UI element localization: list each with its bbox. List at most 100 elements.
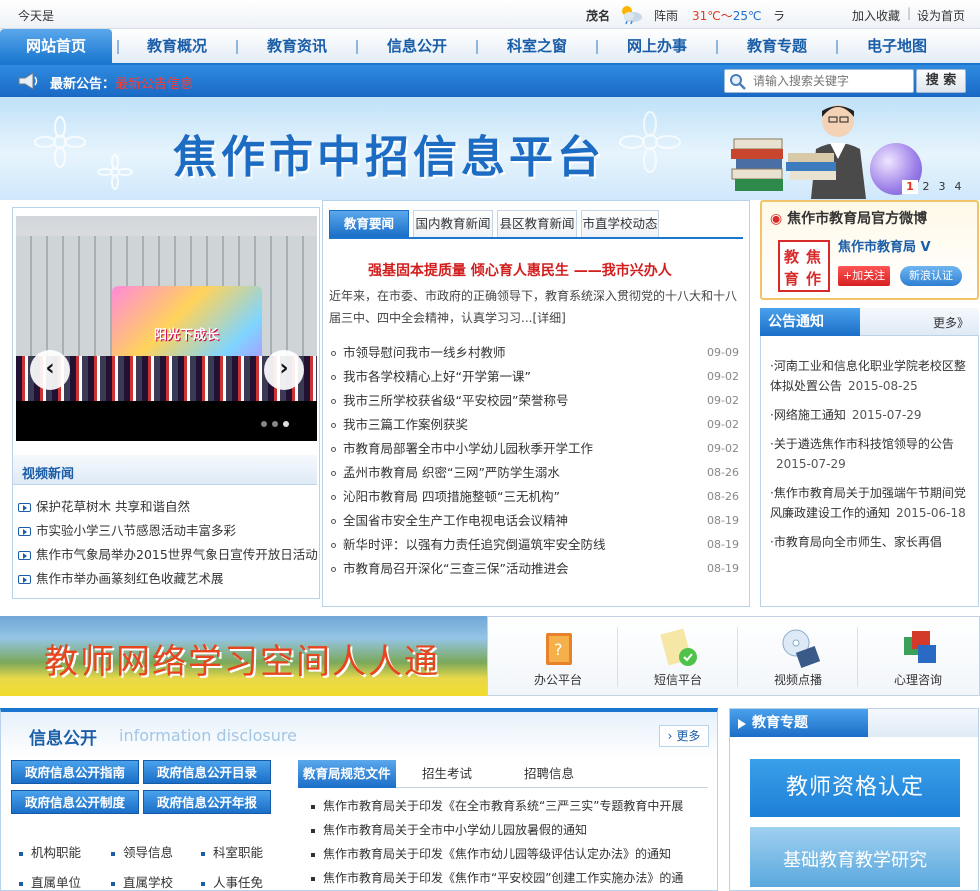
tab-school-news[interactable]: 市直学校动态 [581, 210, 659, 238]
top-bar: 今天是 茂名 阵雨 31℃～25℃ ラ 加入收藏 | 设为首页 [0, 0, 980, 29]
nav-info-disclosure[interactable]: 信息公开 [362, 29, 472, 63]
tab-edu-headlines[interactable]: 教育要闻 [329, 210, 409, 238]
banner-page-2[interactable]: 2 [918, 180, 934, 194]
gov-info-guide-button[interactable]: 政府信息公开指南 [11, 760, 139, 784]
news-item[interactable]: 我市三所学校获省级“平安校园”荣誉称号 09-02 [329, 389, 741, 413]
gov-info-catalog-button[interactable]: 政府信息公开目录 [143, 760, 271, 784]
link-dept-function[interactable]: 科室职能 [201, 842, 263, 861]
search-button[interactable]: 搜 索 [916, 69, 966, 93]
tab-county-news[interactable]: 县区教育新闻 [497, 210, 577, 238]
banner-page-1[interactable]: 1 [902, 180, 918, 194]
banner-page-4[interactable]: 4 [950, 180, 966, 194]
topics-title: 教育专题 [730, 709, 868, 737]
notices-list: ·河南工业和信息化职业学院老校区整体拟处置公告 2015-08-25 ·网络施工通知… [770, 356, 970, 561]
news-item[interactable]: 市教育局部署全市中小学幼儿园秋季开学工作 09-02 [329, 437, 741, 461]
link-personnel[interactable]: 人事任免 [201, 872, 263, 891]
video-icon [18, 503, 31, 512]
nav-edu-news[interactable]: 教育资讯 [242, 29, 352, 63]
nav-home[interactable]: 网站首页 [0, 29, 112, 63]
prev-slide-button[interactable]: ‹ [30, 350, 70, 390]
gov-info-rules-button[interactable]: 政府信息公开制度 [11, 790, 139, 814]
news-list: 市领导慰问我市一线乡村教师 09-09 我市各学校精心上好“开学第一课” 09-02 我… [329, 341, 741, 581]
news-item[interactable]: 市领导慰问我市一线乡村教师 09-09 [329, 341, 741, 365]
link-leaders[interactable]: 领导信息 [111, 842, 173, 861]
tab-domestic-news[interactable]: 国内教育新闻 [413, 210, 493, 238]
tab-underline [329, 237, 743, 239]
photo-slideshow[interactable]: 阳光下成长 ‹ › [16, 216, 317, 441]
notices-more-link[interactable]: 更多》 [933, 314, 969, 331]
banner-page-3[interactable]: 3 [934, 180, 950, 194]
next-slide-button[interactable]: › [264, 350, 304, 390]
link-affiliated-schools[interactable]: 直属学校 [111, 872, 173, 891]
tab-recruitment[interactable]: 招聘信息 [524, 760, 574, 788]
bullet-icon [331, 471, 336, 476]
news-item[interactable]: 全国省市安全生产工作电视电话会议精神 08-19 [329, 509, 741, 533]
news-item[interactable]: 我市三篇工作案例获奖 09-02 [329, 413, 741, 437]
document-item[interactable]: 焦作市教育局关于印发《焦作市幼儿园等级评估认定办法》的通知 [311, 842, 683, 866]
nav-edu-topics[interactable]: 教育专题 [722, 29, 832, 63]
speaker-icon [18, 72, 38, 90]
info-more-button[interactable]: › 更多 [659, 725, 709, 747]
tab-admissions[interactable]: 招生考试 [422, 760, 472, 788]
video-news-item[interactable]: 保护花草树木 共享和谐自然 [18, 495, 318, 519]
service-label: 办公平台 [533, 673, 582, 687]
slide-dot[interactable] [272, 421, 278, 427]
news-item[interactable]: 新华时评：以强有力责任追究倒逼筑牢安全防线 08-19 [329, 533, 741, 557]
notice-item[interactable]: ·关于遴选焦作市科技馆领导的公告 2015-07-29 [770, 434, 970, 474]
service-video[interactable]: 视频点播 [738, 617, 858, 697]
video-news-item[interactable]: 焦作市举办画篆刻红色收藏艺术展 [18, 567, 318, 591]
service-label: 视频点播 [773, 673, 822, 687]
news-item[interactable]: 沁阳市教育局 四项措施整顿“三无机构” 08-26 [329, 485, 741, 509]
search-input[interactable] [753, 72, 911, 90]
notice-item[interactable]: ·网络施工通知 2015-07-29 [770, 405, 970, 425]
basic-edu-research-banner[interactable]: 基础教育教学研究 [750, 827, 960, 887]
nav-departments[interactable]: 科室之窗 [482, 29, 592, 63]
notice-item[interactable]: ·河南工业和信息化职业学院老校区整体拟处置公告 2015-08-25 [770, 356, 970, 396]
link-label: 直属学校 [123, 875, 174, 890]
headline[interactable]: 强基固本提质量 倾心育人惠民生 ——我市兴办人 [368, 260, 672, 280]
link-affiliated-units[interactable]: 直属单位 [19, 872, 81, 891]
slide-dot[interactable] [283, 421, 289, 427]
banner-pager: 1234 [902, 179, 966, 194]
link-label: 机构职能 [31, 845, 82, 860]
nav-online-service[interactable]: 网上办事 [602, 29, 712, 63]
teacher-cert-banner[interactable]: 教师资格认定 [750, 759, 960, 817]
notice-date: 2015-06-18 [896, 506, 966, 520]
logo-char: 育 [784, 270, 800, 288]
follow-button[interactable]: +加关注 [838, 266, 890, 286]
bullet-icon [111, 881, 115, 886]
slide-dot[interactable] [261, 421, 267, 427]
notice-item[interactable]: ·焦作市教育局关于加强端午节期间党风廉政建设工作的通知 2015-06-18 [770, 483, 970, 523]
bullet-icon [311, 804, 315, 809]
weather-more[interactable]: ラ [773, 7, 785, 24]
notice-value[interactable]: 最新公告信息 [115, 73, 193, 92]
service-shortcuts: ? 办公平台 短信平台 视频点播 心理咨询 [487, 616, 980, 696]
news-item[interactable]: 我市各学校精心上好“开学第一课” 09-02 [329, 365, 741, 389]
nav-map[interactable]: 电子地图 [842, 29, 952, 63]
notice-date: 2015-07-29 [851, 408, 922, 422]
gov-info-annual-button[interactable]: 政府信息公开年报 [143, 790, 271, 814]
link-org-function[interactable]: 机构职能 [19, 842, 81, 861]
document-item[interactable]: 焦作市教育局关于印发《焦作市“平安校园”创建工作实施办法》的通 [311, 866, 683, 890]
tab-bureau-docs[interactable]: 教育局规范文件 [298, 760, 396, 788]
weibo-account[interactable]: 焦作市教育局 V [838, 236, 931, 255]
video-news-item[interactable]: 焦作市气象局举办2015世界气象日宣传开放日活动 [18, 543, 318, 567]
document-item[interactable]: 焦作市教育局关于全市中小学幼儿园放暑假的通知 [311, 818, 683, 842]
service-psychology[interactable]: 心理咨询 [858, 617, 978, 697]
set-homepage-link[interactable]: 设为首页 [917, 7, 965, 24]
notice-date: 2015-08-25 [848, 379, 918, 393]
news-item[interactable]: 市教育局召开深化“三查三保”活动推进会 08-19 [329, 557, 741, 581]
teacher-space-banner[interactable]: 教师网络学习空间人人通 [0, 616, 487, 696]
document-item[interactable]: 焦作市教育局关于印发《在全市教育系统“三严三实”专题教育中开展 [311, 794, 683, 818]
nav-edu-overview[interactable]: 教育概况 [122, 29, 232, 63]
video-news-item[interactable]: 市实验小学三八节感恩活动丰富多彩 [18, 519, 318, 543]
service-office[interactable]: ? 办公平台 [498, 617, 618, 697]
temp-high: 31℃ [692, 9, 721, 23]
notice-item[interactable]: ·市教育局向全市师生、家长再倡 [770, 532, 970, 552]
service-sms[interactable]: 短信平台 [618, 617, 738, 697]
video-news-text: 焦作市气象局举办2015世界气象日宣传开放日活动 [36, 547, 318, 562]
link-label: 科室职能 [213, 845, 264, 860]
stage-text: 阳光下成长 [154, 328, 220, 343]
news-item[interactable]: 孟州市教育局 织密“三网”严防学生溺水 08-26 [329, 461, 741, 485]
add-favorite-link[interactable]: 加入收藏 [852, 7, 900, 24]
